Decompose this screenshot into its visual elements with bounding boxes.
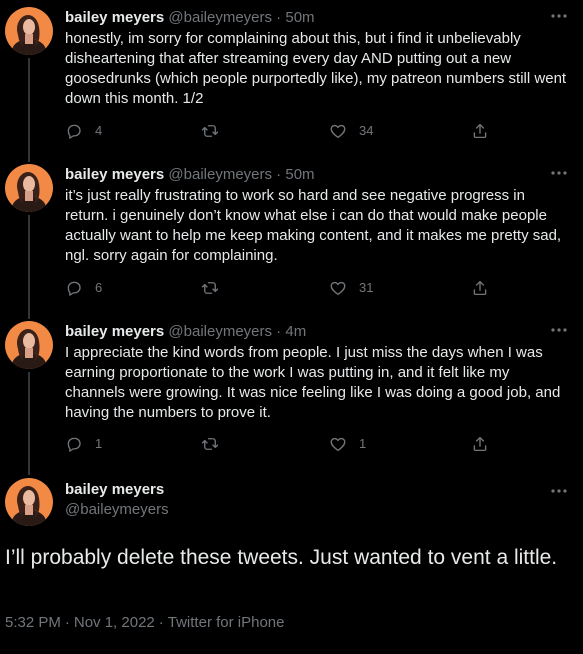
author-name[interactable]: bailey meyers xyxy=(65,166,164,183)
author-handle[interactable]: @baileymeyers xyxy=(168,323,272,340)
like-count: 31 xyxy=(359,280,374,295)
author-name[interactable]: bailey meyers xyxy=(65,481,164,499)
tweet-actions: 4 34 xyxy=(65,121,495,141)
tweet-time[interactable]: 50m xyxy=(285,9,314,26)
author-name[interactable]: bailey meyers xyxy=(65,9,164,26)
retweet-button[interactable] xyxy=(201,121,219,141)
main-tweet-text: I’ll probably delete these tweets. Just … xyxy=(5,546,558,569)
reply-icon xyxy=(65,122,83,140)
reply-button[interactable]: 4 xyxy=(65,121,102,141)
like-button[interactable]: 31 xyxy=(329,278,373,298)
dot-separator: · xyxy=(272,323,286,340)
reply-button[interactable]: 1 xyxy=(65,434,102,454)
thread-tweet-1[interactable]: bailey meyers @baileymeyers · 50m honest… xyxy=(0,7,583,155)
share-icon xyxy=(471,279,489,297)
reply-icon xyxy=(65,279,83,297)
more-icon[interactable] xyxy=(549,321,569,339)
tweet-text: it’s just really frustrating to work so … xyxy=(65,187,566,264)
tweet-header: bailey meyers @baileymeyers · 50m xyxy=(65,166,315,184)
retweet-icon xyxy=(201,435,219,453)
tweet-source[interactable]: Twitter for iPhone xyxy=(168,614,285,631)
reply-count: 6 xyxy=(95,280,103,295)
avatar[interactable] xyxy=(5,7,53,55)
author-handle[interactable]: @baileymeyers xyxy=(65,501,169,519)
like-icon xyxy=(329,279,347,297)
meta-separator: · xyxy=(158,614,164,631)
tweet-header: bailey meyers @baileymeyers · 50m xyxy=(65,9,315,27)
like-icon xyxy=(329,122,347,140)
more-icon[interactable] xyxy=(549,482,569,500)
author-name[interactable]: bailey meyers xyxy=(65,323,164,340)
tweet-header: bailey meyers @baileymeyers · 4m xyxy=(65,323,306,341)
tweet-text: honestly, im sorry for complaining about… xyxy=(65,30,571,107)
more-icon[interactable] xyxy=(549,7,569,25)
tweet-time[interactable]: 50m xyxy=(285,166,314,183)
reply-button[interactable]: 6 xyxy=(65,278,102,298)
like-count: 1 xyxy=(359,436,367,451)
dot-separator: · xyxy=(272,166,286,183)
reply-icon xyxy=(65,435,83,453)
tweet-meta: 5:32 PM · Nov 1, 2022 · Twitter for iPhone xyxy=(5,613,284,633)
retweet-button[interactable] xyxy=(201,434,219,454)
avatar[interactable] xyxy=(5,478,53,526)
dot-separator: · xyxy=(272,9,286,26)
reply-count: 1 xyxy=(95,436,103,451)
like-count: 34 xyxy=(359,123,374,138)
share-button[interactable] xyxy=(471,434,489,454)
avatar[interactable] xyxy=(5,164,53,212)
more-icon[interactable] xyxy=(549,164,569,182)
author-handle[interactable]: @baileymeyers xyxy=(168,9,272,26)
like-icon xyxy=(329,435,347,453)
tweet-text: I appreciate the kind words from people.… xyxy=(65,344,565,421)
share-button[interactable] xyxy=(471,121,489,141)
retweet-icon xyxy=(201,279,219,297)
meta-separator: · xyxy=(64,614,70,631)
share-icon xyxy=(471,122,489,140)
tweet-date[interactable]: Nov 1, 2022 xyxy=(74,614,155,631)
share-icon xyxy=(471,435,489,453)
thread-tweet-3[interactable]: bailey meyers @baileymeyers · 4m I appre… xyxy=(0,321,583,469)
tweet-actions: 6 31 xyxy=(65,278,495,298)
retweet-button[interactable] xyxy=(201,278,219,298)
tweet-actions: 1 1 xyxy=(65,434,495,454)
like-button[interactable]: 1 xyxy=(329,434,366,454)
tweet-timestamp[interactable]: 5:32 PM xyxy=(5,614,61,631)
share-button[interactable] xyxy=(471,278,489,298)
reply-count: 4 xyxy=(95,123,103,138)
tweet-time[interactable]: 4m xyxy=(285,323,306,340)
author-handle[interactable]: @baileymeyers xyxy=(168,166,272,183)
like-button[interactable]: 34 xyxy=(329,121,373,141)
retweet-icon xyxy=(201,122,219,140)
avatar[interactable] xyxy=(5,321,53,369)
main-tweet: bailey meyers @baileymeyers xyxy=(0,478,583,528)
thread-tweet-2[interactable]: bailey meyers @baileymeyers · 50m it’s j… xyxy=(0,164,583,312)
